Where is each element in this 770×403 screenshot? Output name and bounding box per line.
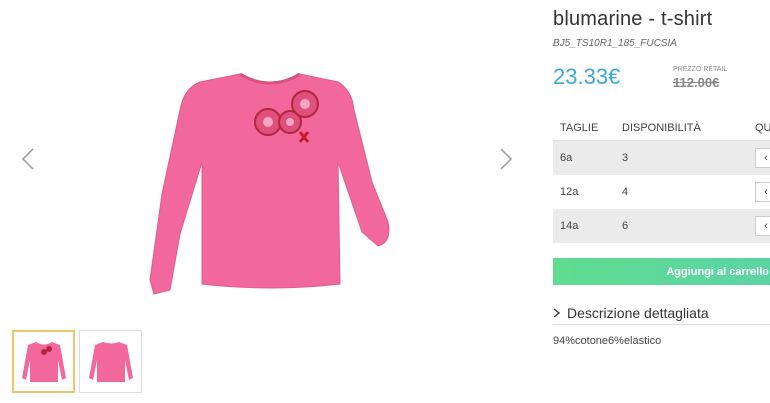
- availability-cell: 4: [622, 186, 629, 198]
- product-sku: BJ5_TS10R1_185_FUCSIA: [553, 38, 677, 49]
- sizes-table: TAGLIE DISPONIBILITÀ QUANTITÀ 6a 3 ‹ 12a…: [553, 116, 770, 243]
- thumbnail-front[interactable]: [12, 330, 75, 393]
- description-toggle[interactable]: Descrizione dettagliata: [553, 301, 770, 325]
- sizes-table-header: TAGLIE DISPONIBILITÀ QUANTITÀ: [553, 116, 770, 141]
- shirt-thumbnail-icon: [88, 341, 133, 382]
- quantity-stepper[interactable]: ‹: [755, 182, 770, 202]
- chevron-right-icon: [500, 148, 513, 170]
- chevron-left-icon: [21, 148, 34, 170]
- header-availability: DISPONIBILITÀ: [622, 122, 701, 134]
- size-cell: 14a: [560, 220, 579, 232]
- chevron-right-icon: [553, 307, 561, 318]
- quantity-stepper[interactable]: ‹: [755, 148, 770, 168]
- product-price: 23.33€: [553, 64, 621, 89]
- product-main-image: [140, 62, 400, 297]
- add-to-cart-button[interactable]: Aggiungi al carrello: [553, 258, 770, 285]
- retail-price-label: PREZZO RETAIL: [673, 66, 728, 73]
- shirt-thumbnail-icon: [21, 341, 66, 382]
- gallery-next-button[interactable]: [498, 146, 514, 172]
- gallery-prev-button[interactable]: [20, 146, 36, 172]
- description-toggle-label: Descrizione dettagliata: [567, 304, 709, 321]
- header-quantity: QUANTITÀ: [755, 122, 770, 134]
- quantity-stepper[interactable]: ‹: [755, 216, 770, 236]
- availability-cell: 6: [622, 220, 629, 232]
- product-title: blumarine - t-shirt: [553, 8, 713, 30]
- availability-cell: 3: [622, 152, 629, 164]
- thumbnail-back[interactable]: [79, 330, 142, 393]
- table-row: 6a 3 ‹: [553, 141, 770, 175]
- size-cell: 12a: [560, 186, 579, 198]
- product-info-panel: blumarine - t-shirt BJ5_TS10R1_185_FUCSI…: [553, 0, 770, 403]
- description-text: 94%cotone6%elastico: [553, 335, 662, 347]
- table-row: 12a 4 ‹: [553, 175, 770, 209]
- table-row: 14a 6 ‹: [553, 209, 770, 243]
- retail-price: 112.00€: [673, 75, 720, 90]
- product-gallery: [0, 0, 540, 403]
- size-cell: 6a: [560, 152, 573, 164]
- thumbnail-list: [12, 330, 142, 393]
- header-size: TAGLIE: [560, 122, 599, 134]
